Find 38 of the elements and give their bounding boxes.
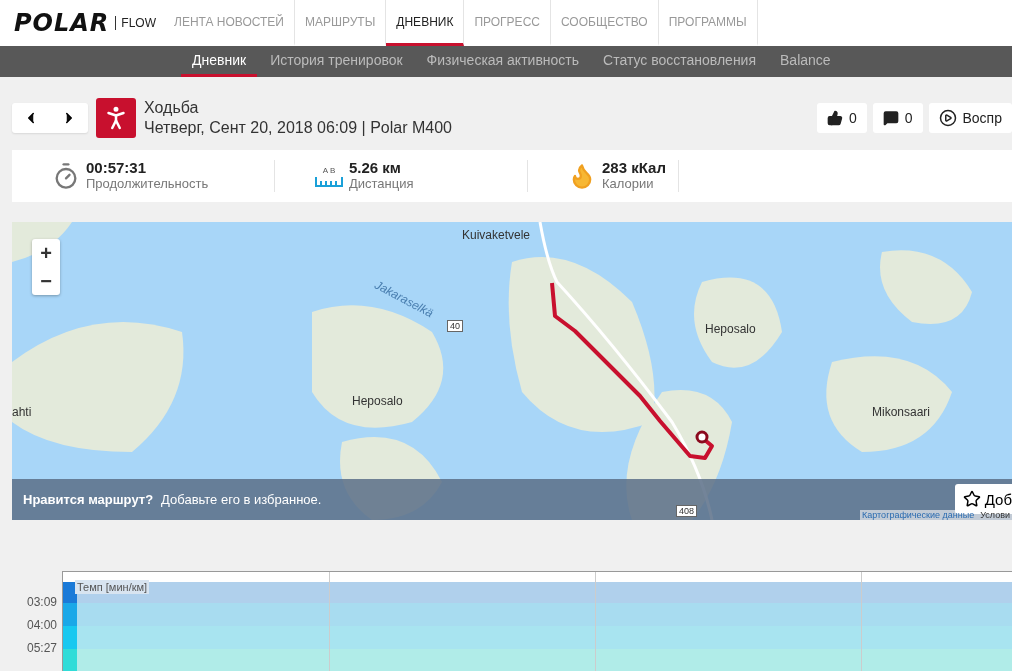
road-number: 40 xyxy=(447,320,463,332)
stat-value: 00:57:31 xyxy=(86,160,148,176)
zoom-in-button[interactable]: + xyxy=(32,239,60,267)
y-axis-label: 03:09 xyxy=(26,594,58,611)
place-label: Heposalo xyxy=(352,394,403,408)
play-button[interactable]: Воспр xyxy=(928,103,1012,133)
play-icon xyxy=(938,109,957,127)
place-label: Kuivaketvele xyxy=(462,228,531,242)
thumbs-up-icon xyxy=(826,110,843,126)
like-button[interactable]: 0 xyxy=(816,103,867,133)
sport-title: Ходьба xyxy=(144,98,200,118)
place-label: Heposalo xyxy=(705,322,756,336)
place-label: Mikonsaari xyxy=(872,405,931,419)
banner-question: Нравится маршрут? xyxy=(23,492,154,507)
session-date: Четверг, Сент 20, 2018 06:09 | Polar M400 xyxy=(144,118,452,138)
comment-button[interactable]: 0 xyxy=(872,103,923,133)
stat-label: Калории xyxy=(602,176,655,192)
stat-value: 5.26 км xyxy=(349,160,402,176)
place-label: ahti xyxy=(12,405,32,419)
subnav-tab[interactable]: Balance xyxy=(769,46,842,77)
stat-label: Продолжительность xyxy=(86,176,209,192)
subnav-tab[interactable]: Статус восстановления xyxy=(592,46,768,77)
polar-logo[interactable]: POLAR xyxy=(14,9,110,37)
subnav-tab[interactable]: Физическая активность xyxy=(415,46,591,77)
y-axis-label: 04:00 xyxy=(26,617,58,634)
flow-label: FLOW xyxy=(115,16,156,30)
route-end-marker xyxy=(695,430,709,444)
speech-bubble-icon xyxy=(882,110,899,126)
road-number: 408 xyxy=(676,505,698,517)
banner-text: Добавьте его в избранное. xyxy=(161,492,322,507)
star-icon xyxy=(962,490,981,508)
stat-value: 283 кКал xyxy=(602,160,666,176)
chart-legend: Темп [мин/км] xyxy=(75,580,150,594)
subnav-tab[interactable]: Дневник xyxy=(181,46,258,77)
subnav-tab[interactable]: История тренировок xyxy=(259,46,414,77)
stat-label: Дистанция xyxy=(349,176,414,192)
y-axis-label: 05:27 xyxy=(26,640,58,657)
zoom-out-button[interactable]: − xyxy=(32,267,60,295)
